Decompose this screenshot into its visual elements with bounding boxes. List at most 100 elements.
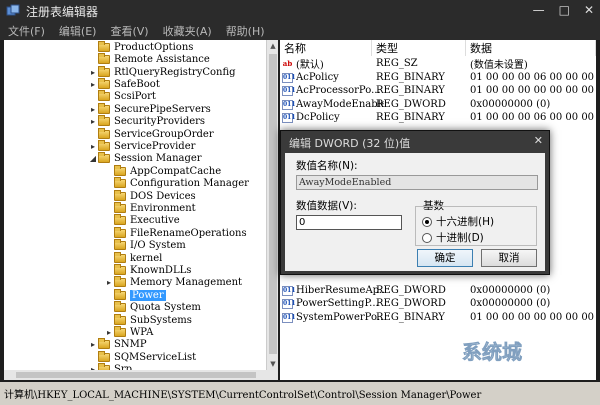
value-data-label: 数值数据(V):: [296, 200, 357, 212]
tree-item[interactable]: KnownDLLs: [104, 263, 191, 277]
value-row[interactable]: 011 PowerSettingP... REG_DWORD 0x00000000 (…: [280, 297, 596, 310]
tree-item[interactable]: SQMServiceList: [88, 350, 196, 364]
tree-item-label: SecurityProviders: [114, 116, 206, 128]
tree-item-label: RtlQueryRegistryConfig: [114, 66, 236, 78]
folder-icon: [98, 152, 110, 164]
tree-item[interactable]: ◢ Session Manager: [88, 152, 202, 166]
tree-item-label: I/O System: [130, 240, 186, 252]
expand-arrow-icon[interactable]: ▸: [104, 278, 114, 287]
folder-icon: [114, 301, 126, 313]
tree-item[interactable]: kernel: [104, 251, 162, 265]
value-name: PowerSettingP...: [296, 298, 379, 309]
column-header-name[interactable]: 名称: [280, 40, 372, 56]
binary-value-icon: 011: [282, 285, 296, 296]
folder-icon: [114, 214, 126, 226]
folder-icon: [114, 325, 126, 337]
scroll-thumb[interactable]: [269, 54, 277, 354]
tree-item[interactable]: ▸ Memory Management: [104, 276, 242, 290]
expand-arrow-icon[interactable]: ▸: [88, 105, 98, 114]
tree-item[interactable]: I/O System: [104, 239, 186, 252]
value-name-field: AwayModeEnabled: [296, 175, 538, 190]
expand-arrow-icon[interactable]: ▸: [88, 117, 98, 126]
tree-item[interactable]: ▸ SafeBoot: [88, 77, 160, 91]
tree-item[interactable]: Power: [104, 288, 166, 302]
value-row[interactable]: 011 HiberResumeAp... REG_DWORD 0x00000000 (…: [280, 284, 596, 297]
tree-item[interactable]: ServiceGroupOrder: [88, 127, 214, 141]
tree-item[interactable]: Environment: [104, 201, 196, 215]
binary-value-icon: 011: [282, 72, 296, 83]
tree-item[interactable]: ScsiPort: [88, 90, 156, 104]
radio-decimal[interactable]: 十进制(D): [422, 230, 484, 245]
menu-edit[interactable]: 编辑(E): [59, 23, 97, 39]
dialog-close-button[interactable]: ✕: [534, 134, 543, 147]
menu-view[interactable]: 查看(V): [110, 23, 148, 39]
ok-button[interactable]: 确定: [417, 249, 473, 267]
radio-decimal-icon[interactable]: [422, 232, 432, 243]
base-group: 十六进制(H) 十进制(D): [415, 206, 537, 246]
close-button[interactable]: ✕: [584, 3, 594, 17]
value-name: (默认): [296, 60, 324, 71]
value-row[interactable]: ab (默认) REG_SZ (数值未设置): [280, 57, 596, 71]
tree-item-label: Quota System: [130, 302, 201, 314]
tree-item[interactable]: ▸ Srp: [88, 363, 132, 370]
tree-item[interactable]: ProductOptions: [88, 40, 193, 54]
value-type: REG_DWORD: [376, 285, 446, 296]
scroll-up-icon[interactable]: ▲: [267, 40, 279, 52]
tree-vertical-scrollbar[interactable]: ▲ ▼: [266, 40, 278, 370]
cancel-button[interactable]: 取消: [481, 249, 537, 267]
tree-item[interactable]: ▸ WPA: [104, 325, 153, 339]
scroll-down-icon[interactable]: ▼: [267, 358, 279, 370]
expand-arrow-icon[interactable]: ▸: [104, 328, 114, 337]
value-data: 01 00 00 00 06 00 00 00 03: [470, 72, 596, 83]
menu-favorites[interactable]: 收藏夹(A): [163, 23, 212, 39]
tree-item[interactable]: ▸ SecurityProviders: [88, 115, 205, 128]
value-data-input[interactable]: 0: [296, 215, 402, 230]
tree-item[interactable]: SubSystems: [104, 313, 192, 327]
tree-item[interactable]: ▸ RtlQueryRegistryConfig: [88, 65, 236, 79]
expand-arrow-icon[interactable]: ▸: [88, 80, 98, 89]
tree-item[interactable]: ▸ SNMP: [88, 338, 147, 352]
value-row[interactable]: 011 AcProcessorPo... REG_BINARY 01 00 00 00…: [280, 84, 596, 97]
value-row[interactable]: 011 AwayModeEnabled REG_DWORD 0x00000000 (0…: [280, 98, 596, 111]
value-row[interactable]: 011 AcPolicy REG_BINARY 01 00 00 00 06 00 0…: [280, 71, 596, 84]
status-bar-path: 计算机\HKEY_LOCAL_MACHINE\SYSTEM\CurrentCon…: [0, 382, 600, 405]
tree-item[interactable]: Remote Assistance: [88, 53, 210, 66]
expand-arrow-icon[interactable]: ▸: [88, 340, 98, 349]
minimize-button[interactable]: —: [533, 3, 545, 17]
tree-item[interactable]: FileRenameOperations: [104, 226, 247, 240]
tree-item-label: Remote Assistance: [114, 54, 210, 66]
column-header-type[interactable]: 类型: [372, 40, 466, 56]
tree-item[interactable]: DOS Devices: [104, 189, 196, 203]
value-data: 0x00000000 (0): [470, 298, 551, 309]
expand-arrow-icon[interactable]: ◢: [88, 154, 98, 163]
folder-icon: [98, 139, 110, 151]
binary-value-icon: 011: [282, 112, 296, 123]
value-name: DcPolicy: [296, 112, 340, 123]
value-type: REG_BINARY: [376, 72, 445, 83]
folder-icon: [114, 276, 126, 288]
dialog-title: 编辑 DWORD (32 位)值: [289, 137, 411, 150]
radio-hex-icon[interactable]: [422, 216, 432, 227]
value-row[interactable]: 011 SystemPowerPo... REG_BINARY 01 00 00 00…: [280, 311, 596, 324]
tree-item[interactable]: AppCompatCache: [104, 164, 221, 178]
menu-file[interactable]: 文件(F): [8, 23, 45, 39]
expand-arrow-icon[interactable]: ▸: [88, 142, 98, 151]
tree-item[interactable]: ▸ SecurePipeServers: [88, 102, 211, 116]
tree-item[interactable]: Quota System: [104, 301, 201, 314]
value-type: REG_BINARY: [376, 112, 445, 123]
registry-key-tree[interactable]: ProductOptions Remote Assistance ▸ RtlQuery…: [4, 40, 266, 370]
column-header-data[interactable]: 数据: [466, 40, 596, 56]
value-data: 01 00 00 00 00 00 00 00 00: [470, 312, 596, 323]
tree-item[interactable]: ▸ ServiceProvider: [88, 139, 195, 153]
tree-item-label: SecurePipeServers: [114, 103, 211, 115]
folder-icon: [98, 53, 110, 65]
tree-horizontal-scrollbar[interactable]: [4, 370, 278, 380]
menu-help[interactable]: 帮助(H): [226, 23, 265, 39]
value-row[interactable]: 011 DcPolicy REG_BINARY 01 00 00 00 06 00 0…: [280, 111, 596, 124]
tree-item[interactable]: Executive: [104, 214, 180, 228]
tree-item[interactable]: Configuration Manager: [104, 177, 249, 190]
expand-arrow-icon[interactable]: ▸: [88, 68, 98, 77]
maximize-button[interactable]: □: [559, 3, 570, 17]
hscroll-thumb[interactable]: [16, 372, 256, 378]
radio-hex[interactable]: 十六进制(H): [422, 214, 494, 229]
